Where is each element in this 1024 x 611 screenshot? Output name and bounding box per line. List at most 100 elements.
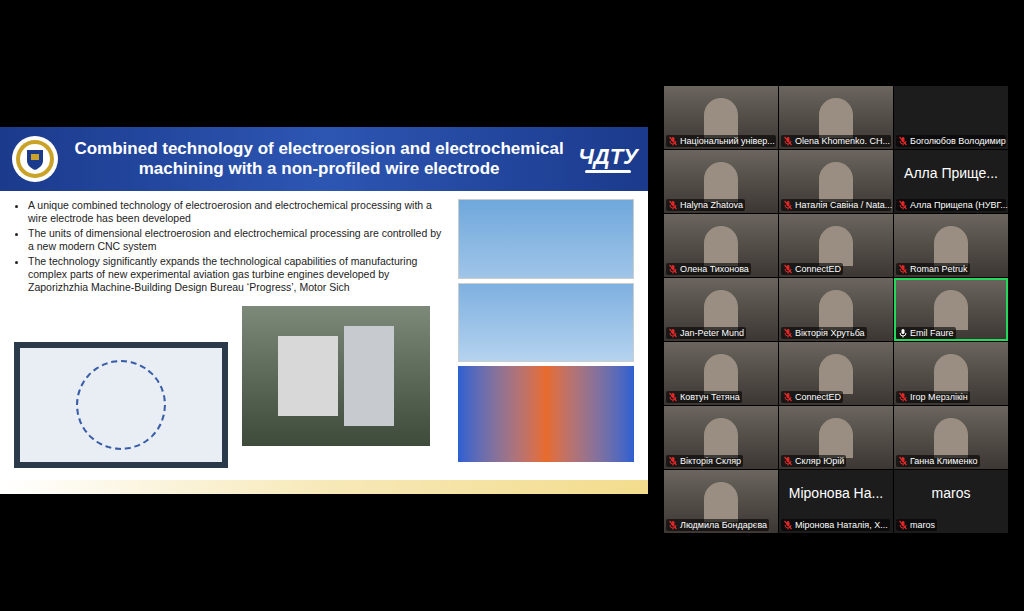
video-frame: [819, 290, 853, 330]
video-frame: [704, 290, 738, 330]
video-frame: [934, 226, 968, 266]
participant-name: Наталія Савіна / Nata...: [795, 199, 892, 211]
name-label: ConnectED: [781, 263, 843, 275]
mic-muted-icon: [668, 520, 678, 530]
mic-muted-icon: [783, 392, 793, 402]
name-label: Olena Khomenko. CH...: [781, 135, 891, 147]
mic-muted-icon: [898, 200, 908, 210]
participant-name: maros: [910, 519, 935, 531]
mic-muted-icon: [668, 328, 678, 338]
mic-muted-icon: [898, 136, 908, 146]
name-label: Emil Faure: [896, 327, 956, 339]
participant-tile[interactable]: Наталія Савіна / Nata...: [779, 150, 893, 213]
participant-name: Боголюбов Володимир: [910, 135, 1006, 147]
participant-name: Національний універ...: [680, 135, 775, 147]
participant-tile[interactable]: Олена Тихонова: [664, 214, 778, 277]
name-label: Ковтун Тетяна: [666, 391, 742, 403]
participant-name: Roman Petruk: [910, 263, 968, 275]
mic-muted-icon: [668, 456, 678, 466]
participant-tile[interactable]: Алла Прище... Алла Прищепа (НУВГ...: [894, 150, 1008, 213]
display-name: Алла Прище...: [894, 164, 1008, 182]
video-frame: [704, 162, 738, 202]
mic-icon: [898, 328, 908, 338]
participant-name: Вікторія Скляр: [680, 455, 741, 467]
mic-muted-icon: [668, 200, 678, 210]
participant-name: Ігор Мерзлікін: [910, 391, 968, 403]
name-label: Боголюбов Володимир: [896, 135, 1006, 147]
participant-name: Скляр Юрій: [795, 455, 844, 467]
name-label: Міронова Наталія, Х...: [781, 519, 890, 531]
video-frame: [704, 226, 738, 266]
machine-photo: [242, 306, 430, 446]
mic-muted-icon: [783, 136, 793, 146]
university-crest-icon: [10, 134, 60, 184]
participant-tile[interactable]: Скляр Юрій: [779, 406, 893, 469]
mic-muted-icon: [668, 264, 678, 274]
name-label: Людмила Бондарєва: [666, 519, 769, 531]
participant-tile[interactable]: Ковтун Тетяна: [664, 342, 778, 405]
participant-tile[interactable]: Вікторія Хрутьба: [779, 278, 893, 341]
video-frame: [819, 98, 853, 138]
participant-name: Emil Faure: [910, 327, 954, 339]
participant-tile[interactable]: Вікторія Скляр: [664, 406, 778, 469]
name-label: Олена Тихонова: [666, 263, 751, 275]
mic-muted-icon: [898, 456, 908, 466]
name-label: Ганна Клименко: [896, 455, 980, 467]
bullet-list: A unique combined technology of electroe…: [14, 199, 446, 294]
participant-tile[interactable]: Ігор Мерзлікін: [894, 342, 1008, 405]
software-screen-photo: [14, 342, 228, 468]
mic-muted-icon: [783, 328, 793, 338]
name-label: Вікторія Хрутьба: [781, 327, 867, 339]
display-name: Міронова На...: [779, 484, 893, 502]
name-label: Національний універ...: [666, 135, 776, 147]
university-logo: ЧДТУ: [578, 145, 638, 169]
participant-tile[interactable]: Emil Faure: [894, 278, 1008, 341]
participant-name: Міронова Наталія, Х...: [795, 519, 888, 531]
video-frame: [819, 226, 853, 266]
participant-tile[interactable]: Olena Khomenko. CH...: [779, 86, 893, 149]
slide-title: Combined technology of electroerosion an…: [70, 139, 568, 179]
simulation-figure: [458, 366, 634, 462]
mic-muted-icon: [898, 520, 908, 530]
video-frame: [704, 98, 738, 138]
video-frame: [934, 354, 968, 394]
participant-tile[interactable]: Jan-Peter Mund: [664, 278, 778, 341]
mic-muted-icon: [898, 264, 908, 274]
participant-name: Олена Тихонова: [680, 263, 749, 275]
participant-gallery: Національний універ... Olena Khomenko. CH…: [664, 86, 1008, 533]
participant-tile[interactable]: Ганна Клименко: [894, 406, 1008, 469]
participant-name: Ганна Клименко: [910, 455, 978, 467]
video-frame: [704, 418, 738, 458]
participant-tile[interactable]: Боголюбов Володимир: [894, 86, 1008, 149]
participant-name: ConnectED: [795, 263, 841, 275]
name-label: Алла Прищепа (НУВГ...: [896, 199, 1006, 211]
video-frame: [704, 354, 738, 394]
participant-name: Вікторія Хрутьба: [795, 327, 865, 339]
participant-tile[interactable]: maros maros: [894, 470, 1008, 533]
name-label: Jan-Peter Mund: [666, 327, 746, 339]
slide-header: Combined technology of electroerosion an…: [0, 127, 648, 191]
video-frame: [934, 418, 968, 458]
participant-tile[interactable]: Roman Petruk: [894, 214, 1008, 277]
display-name: maros: [894, 484, 1008, 502]
participant-tile[interactable]: Національний універ...: [664, 86, 778, 149]
participant-name: Halyna Zhatova: [680, 199, 743, 211]
name-label: Ігор Мерзлікін: [896, 391, 970, 403]
video-frame: [819, 354, 853, 394]
participant-tile[interactable]: ConnectED: [779, 342, 893, 405]
participant-tile[interactable]: Halyna Zhatova: [664, 150, 778, 213]
participant-name: Jan-Peter Mund: [680, 327, 744, 339]
participant-name: Ковтун Тетяна: [680, 391, 740, 403]
participant-name: Людмила Бондарєва: [680, 519, 767, 531]
video-frame: [704, 482, 738, 522]
mic-muted-icon: [668, 392, 678, 402]
mic-muted-icon: [783, 520, 793, 530]
participant-name: Olena Khomenko. CH...: [795, 135, 890, 147]
participant-tile[interactable]: Міронова На... Міронова Наталія, Х...: [779, 470, 893, 533]
name-label: Наталія Савіна / Nata...: [781, 199, 891, 211]
participant-tile[interactable]: Людмила Бондарєва: [664, 470, 778, 533]
name-label: Roman Petruk: [896, 263, 970, 275]
participant-tile[interactable]: ConnectED: [779, 214, 893, 277]
bullet-item: A unique combined technology of electroe…: [28, 199, 446, 225]
mic-muted-icon: [783, 264, 793, 274]
